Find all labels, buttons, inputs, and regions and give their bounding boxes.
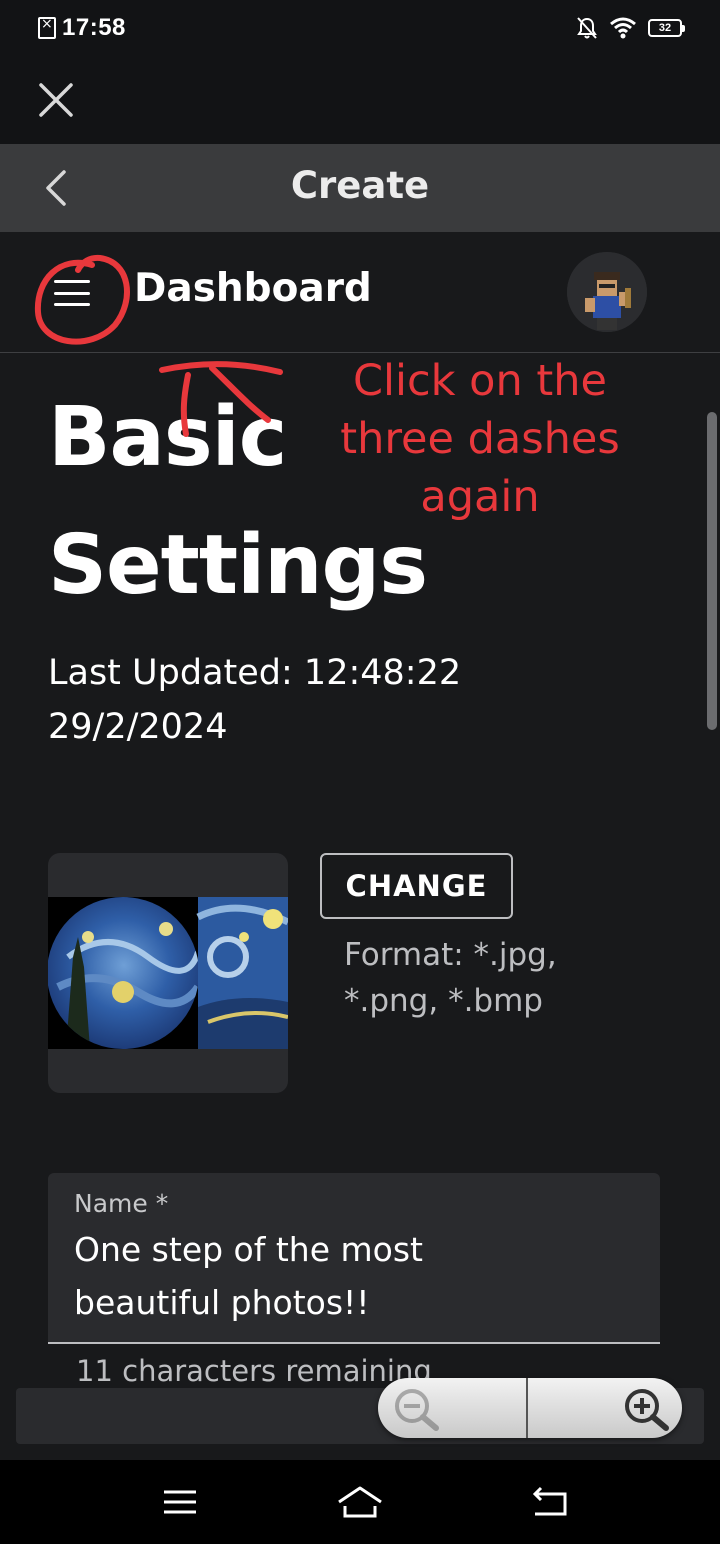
annotation-text: Click on the three dashes again <box>320 352 640 526</box>
name-value-line2: beautiful photos!! <box>74 1283 370 1322</box>
status-bar: 17:58 32 <box>0 0 720 56</box>
dashboard-title: Dashboard <box>134 266 372 311</box>
format-hint-line1: Format: *.jpg, <box>344 937 557 973</box>
hamburger-menu-icon[interactable] <box>54 280 90 306</box>
notifications-off-icon <box>577 17 597 39</box>
close-icon[interactable] <box>36 80 76 120</box>
zoom-out-button[interactable] <box>378 1378 528 1438</box>
sim-off-icon <box>38 16 56 39</box>
status-right: 32 <box>576 16 685 40</box>
name-field-label: Name * <box>74 1189 169 1218</box>
back-icon[interactable] <box>525 1482 575 1522</box>
annotation-line1: Click on the <box>353 356 607 406</box>
status-left: 17:58 <box>38 14 126 42</box>
home-icon[interactable] <box>335 1482 385 1522</box>
menu-dash <box>54 280 90 283</box>
header-title: Create <box>290 164 430 207</box>
annotation-line2: three dashes <box>340 414 620 464</box>
status-time: 17:58 <box>62 14 126 41</box>
format-hint-line2: *.png, *.bmp <box>344 983 543 1019</box>
last-updated-date: 29/2/2024 <box>48 707 228 747</box>
battery-icon: 32 <box>648 19 685 37</box>
zoom-in-icon <box>625 1389 669 1431</box>
name-field-value[interactable]: One step of the most beautiful photos!! <box>74 1223 634 1329</box>
close-row <box>0 56 720 144</box>
menu-dash <box>54 303 90 306</box>
zoom-in-button[interactable] <box>528 1378 682 1438</box>
thumbnail-card <box>48 853 288 1093</box>
scrollbar-thumb[interactable] <box>707 412 717 730</box>
annotation-line3: again <box>420 472 540 522</box>
last-updated: Last Updated: 12:48:22 29/2/2024 <box>48 646 568 754</box>
thumbnail-image <box>48 897 288 1049</box>
name-value-line1: One step of the most <box>74 1230 423 1269</box>
menu-dash <box>54 291 90 295</box>
format-hint: Format: *.jpg, *.png, *.bmp <box>344 932 644 1024</box>
zoom-controls <box>378 1378 682 1438</box>
zoom-out-icon <box>395 1389 439 1431</box>
menu-icon[interactable] <box>155 1482 205 1522</box>
wifi-icon <box>610 17 636 39</box>
header-bar: Create <box>0 144 720 232</box>
name-field[interactable]: Name * One step of the most beautiful ph… <box>48 1173 660 1344</box>
system-nav-bar <box>0 1460 720 1544</box>
avatar-figure-icon <box>567 252 647 332</box>
avatar[interactable] <box>567 252 647 332</box>
change-thumbnail-button[interactable]: CHANGE <box>320 853 513 919</box>
dashboard-topnav: Dashboard <box>0 232 720 353</box>
last-updated-time: Last Updated: 12:48:22 <box>48 653 462 693</box>
